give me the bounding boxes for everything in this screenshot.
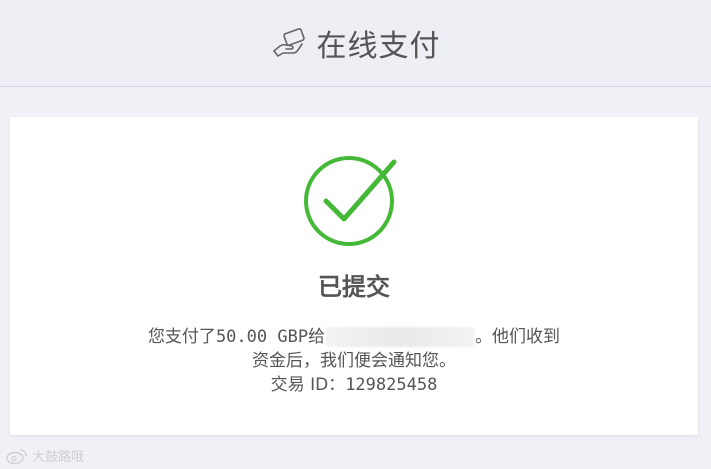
transaction-label: 交易 ID： bbox=[270, 375, 346, 395]
payment-message: 您支付了50.00 GBP给 。他们收到 资金后，我们便会通知您。 交易 ID：1… bbox=[10, 325, 698, 397]
status-heading: 已提交 bbox=[318, 273, 390, 301]
check-wrap bbox=[10, 149, 698, 249]
payment-result-card: 已提交 您支付了50.00 GBP给 。他们收到 资金后，我们便会通知您。 交易 … bbox=[10, 117, 698, 435]
transaction-line: 交易 ID：129825458 bbox=[10, 373, 698, 397]
transaction-id: 129825458 bbox=[345, 375, 438, 395]
page-header: 在线支付 bbox=[0, 0, 711, 87]
message-prefix: 您支付了 bbox=[147, 327, 216, 347]
weibo-logo-icon bbox=[6, 448, 27, 464]
page-title: 在线支付 bbox=[316, 29, 441, 64]
check-circle-icon bbox=[304, 156, 397, 246]
watermark: 大鼓路哦 bbox=[6, 446, 84, 465]
payment-amount: 50.00 GBP bbox=[215, 327, 309, 347]
message-line-1: 您支付了50.00 GBP给 。他们收到 bbox=[10, 325, 698, 349]
message-line-2: 资金后，我们便会通知您。 bbox=[252, 351, 456, 371]
header-title-group: 在线支付 bbox=[271, 21, 441, 65]
redacted-recipient bbox=[325, 327, 476, 347]
hand-card-payment-icon bbox=[271, 27, 307, 59]
message-to: 给 bbox=[308, 327, 326, 347]
watermark-text: 大鼓路哦 bbox=[32, 450, 85, 465]
message-suffix: 。他们收到 bbox=[475, 327, 561, 347]
